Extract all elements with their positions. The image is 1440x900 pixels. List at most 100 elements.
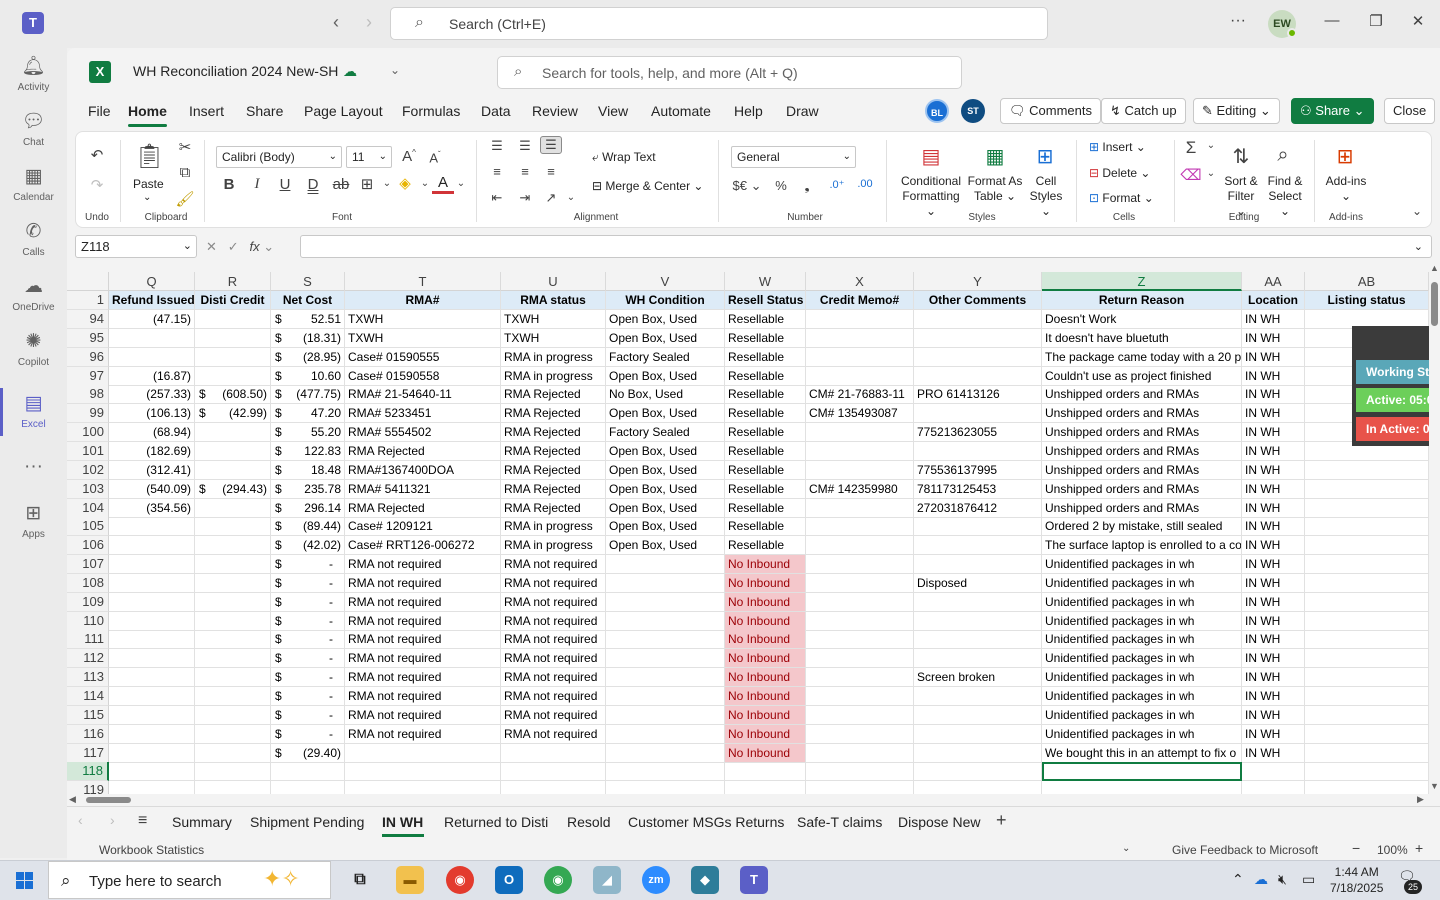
table-cell[interactable] [914,649,1042,668]
table-cell[interactable]: We bought this in an attempt to fix o [1042,744,1242,763]
column-title-cell[interactable]: Location [1242,291,1305,310]
table-cell[interactable] [606,574,725,593]
table-cell[interactable]: No Inbound [725,668,806,687]
catchup-button[interactable]: ↯ Catch up [1101,98,1186,124]
table-cell[interactable]: (68.94) [109,423,195,442]
table-cell[interactable]: Unshipped orders and RMAs [1042,404,1242,423]
cut-icon[interactable]: ✂ [174,138,196,156]
table-cell[interactable]: RMA not required [345,687,501,706]
font-size-select[interactable]: 11 ⌄ [346,146,392,168]
table-cell[interactable]: No Inbound [725,725,806,744]
table-cell[interactable] [806,649,914,668]
table-cell[interactable]: Ordered 2 by mistake, still sealed [1042,517,1242,536]
table-cell[interactable]: RMA not required [501,574,606,593]
format-as-table-button[interactable]: Format As Table ⌄ [966,174,1024,204]
table-cell[interactable]: Unidentified packages in wh [1042,687,1242,706]
table-cell[interactable] [195,612,271,631]
table-cell[interactable]: Open Box, Used [606,367,725,386]
workbook-statistics[interactable]: Workbook Statistics [99,843,204,857]
table-cell[interactable] [109,762,195,781]
table-cell[interactable]: RMA not required [501,630,606,649]
table-cell[interactable]: Open Box, Used [606,517,725,536]
onedrive-tray-icon[interactable]: ☁︎ [1254,871,1268,888]
table-cell[interactable]: $ - [271,612,345,631]
table-cell[interactable]: RMA# 5554502 [345,423,501,442]
table-cell[interactable]: Unidentified packages in wh [1042,668,1242,687]
table-cell[interactable] [606,706,725,725]
table-cell[interactable]: Case# 01590558 [345,367,501,386]
tab-share[interactable]: Share [246,103,283,119]
table-cell[interactable] [109,668,195,687]
table-cell[interactable]: Unshipped orders and RMAs [1042,461,1242,480]
feedback-link[interactable]: Give Feedback to Microsoft [1172,843,1318,857]
table-cell[interactable]: $ - [271,725,345,744]
table-cell[interactable] [914,744,1042,763]
taskbar-clock[interactable]: 1:44 AM 7/18/2025 [1330,864,1383,896]
column-header-w[interactable]: W [725,272,806,291]
row-header[interactable]: 116 [67,725,109,744]
network-icon[interactable]: ▭ [1302,871,1315,888]
table-cell[interactable]: IN WH [1242,630,1305,649]
column-header-t[interactable]: T [345,272,501,291]
table-cell[interactable] [806,536,914,555]
function-icon[interactable]: fx [250,239,260,254]
scroll-up-icon[interactable]: ▲ [1430,263,1439,273]
table-cell[interactable] [1305,461,1429,480]
sheet-tab-resold[interactable]: Resold [567,814,611,830]
table-cell[interactable]: Resellable [725,499,806,518]
table-cell[interactable]: Disposed [914,574,1042,593]
table-cell[interactable]: IN WH [1242,668,1305,687]
table-cell[interactable]: No Inbound [725,593,806,612]
row-header[interactable]: 94 [67,310,109,329]
column-title-cell[interactable]: RMA# [345,291,501,310]
delete-cells-button[interactable]: ⊟ Delete ⌄ [1089,166,1150,180]
table-cell[interactable]: RMA not required [345,555,501,574]
table-cell[interactable]: IN WH [1242,687,1305,706]
table-cell[interactable] [606,612,725,631]
confirm-formula-icon[interactable]: ✓ [228,239,239,254]
column-title-cell[interactable]: Disti Credit [195,291,271,310]
table-cell[interactable] [109,574,195,593]
increase-indent-icon[interactable]: ⇥ [514,190,536,206]
table-cell[interactable]: Open Box, Used [606,442,725,461]
table-cell[interactable]: Unshipped orders and RMAs [1042,442,1242,461]
table-cell[interactable]: Open Box, Used [606,499,725,518]
table-cell[interactable]: $ (477.75) [271,385,345,404]
table-cell[interactable]: RMA Rejected [501,499,606,518]
table-cell[interactable]: Resellable [725,404,806,423]
table-cell[interactable] [1305,630,1429,649]
sheet-tab-customer-msgs-returns[interactable]: Customer MSGs Returns [628,814,784,830]
table-cell[interactable]: $122.83 [271,442,345,461]
table-cell[interactable] [109,517,195,536]
table-cell[interactable]: $ (608.50) [195,385,271,404]
align-bottom-icon[interactable]: ☰ [540,136,562,154]
chrome-profile-icon[interactable]: ◉ [544,866,572,894]
tab-home[interactable]: Home [128,103,167,119]
table-cell[interactable] [109,630,195,649]
table-cell[interactable]: No Inbound [725,612,806,631]
zoom-level[interactable]: 100% [1377,843,1408,857]
column-title-cell[interactable]: Credit Memo# [806,291,914,310]
table-cell[interactable] [195,630,271,649]
row-header[interactable]: 108 [67,574,109,593]
underline-icon[interactable]: U [274,176,296,193]
app-icon[interactable]: ◢ [593,866,621,894]
percent-style-icon[interactable]: % [770,178,792,193]
table-cell[interactable]: $10.60 [271,367,345,386]
tab-review[interactable]: Review [532,103,578,119]
table-cell[interactable]: IN WH [1242,725,1305,744]
comments-button[interactable]: 🗨︎ Comments [1000,98,1101,124]
table-cell[interactable] [195,649,271,668]
table-cell[interactable] [195,706,271,725]
table-cell[interactable] [806,461,914,480]
table-cell[interactable]: RMA in progress [501,348,606,367]
strikethrough-icon[interactable]: ab [330,176,352,193]
outlook-icon[interactable]: O [495,866,523,894]
table-cell[interactable]: RMA in progress [501,517,606,536]
chevron-down-icon[interactable]: ⌄ [263,239,274,254]
tool-search-input[interactable]: ⌕ Search for tools, help, and more (Alt … [497,56,962,89]
row-header[interactable]: 117 [67,744,109,763]
sheet-tab-safe-t-claims[interactable]: Safe-T claims [797,814,882,830]
table-cell[interactable]: Doesn't Work [1042,310,1242,329]
align-top-icon[interactable]: ☰ [486,138,508,154]
